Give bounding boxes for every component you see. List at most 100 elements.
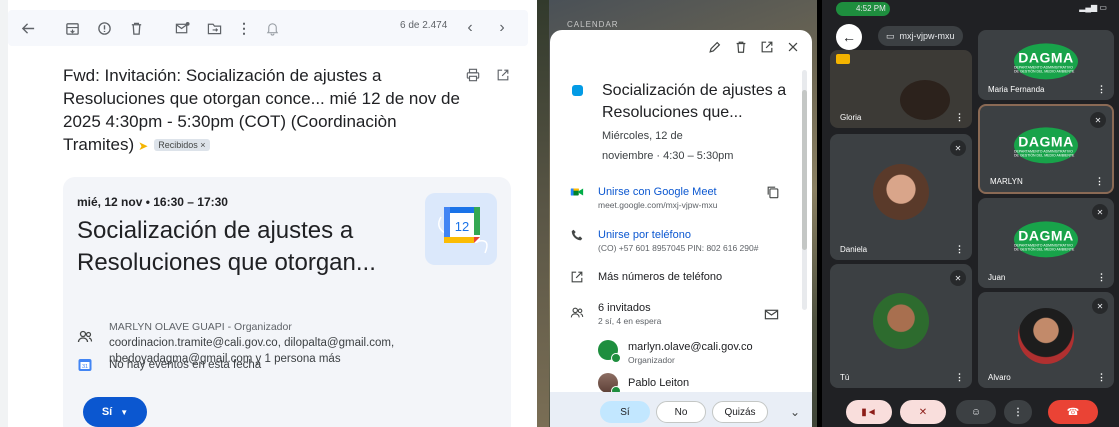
mic-off-button[interactable]: ✕ bbox=[900, 400, 946, 424]
emoji-icon: ☺ bbox=[970, 406, 982, 418]
event-datetime: mié, 12 nov • 16:30 – 17:30 bbox=[77, 195, 228, 209]
window-edge bbox=[0, 0, 8, 427]
calendar-event-popup: Socialización de ajustes a Resoluciones … bbox=[550, 30, 812, 427]
popup-event-title: Socialización de ajustes a Resoluciones … bbox=[602, 82, 787, 121]
older-chevron-icon[interactable]: ‹ bbox=[460, 18, 480, 38]
mic-off-icon: ✕ bbox=[1090, 112, 1106, 128]
participant-menu-icon[interactable]: ⋮ bbox=[1097, 84, 1106, 95]
move-to-icon[interactable] bbox=[204, 18, 224, 38]
participant-tile[interactable]: ✕ Daniela ⋮ bbox=[830, 134, 972, 260]
participant-name: Maria Fernanda bbox=[988, 85, 1045, 94]
archive-icon[interactable] bbox=[62, 18, 82, 38]
dagma-logo-text: DAGMA bbox=[1018, 133, 1074, 150]
self-view-tile[interactable]: ✕ Tú ⋮ bbox=[830, 264, 972, 388]
organizer-name: MARLYN OLAVE GUAPI - Organizador bbox=[109, 321, 292, 333]
guest-item[interactable]: marlyn.olave@cali.gov.co Organizador bbox=[598, 340, 753, 366]
scrollbar-thumb[interactable] bbox=[802, 90, 807, 250]
importance-marker-icon[interactable]: ➤ bbox=[138, 139, 148, 153]
accepted-check-icon bbox=[611, 353, 621, 363]
screen: ⋮ 6 de 2.474 ‹ › Fwd: Invitación: Social… bbox=[0, 0, 1119, 427]
dagma-logo-text: DAGMA bbox=[1018, 49, 1074, 66]
mark-unread-icon[interactable] bbox=[172, 18, 192, 38]
guest-avatar bbox=[598, 340, 621, 363]
email-subject: Fwd: Invitación: Socialización de ajuste… bbox=[63, 64, 463, 158]
delete-event-icon[interactable] bbox=[734, 40, 748, 59]
participant-video bbox=[900, 80, 950, 120]
hang-up-icon: ☎ bbox=[1066, 406, 1080, 418]
print-icon[interactable] bbox=[466, 68, 480, 87]
edit-pencil-icon[interactable] bbox=[708, 40, 722, 59]
guest-email: marlyn.olave@cali.gov.co bbox=[628, 341, 753, 353]
inbox-label-chip[interactable]: Recibidos × bbox=[154, 139, 210, 152]
rsvp-expand-icon[interactable]: ⌄ bbox=[790, 405, 800, 419]
participant-menu-icon[interactable]: ⋮ bbox=[955, 112, 964, 123]
snooze-bell-icon[interactable] bbox=[262, 18, 282, 38]
guest-item[interactable]: Pablo Leiton bbox=[598, 373, 689, 396]
guests-icon bbox=[570, 301, 586, 318]
participant-tile-speaking[interactable]: ✕ DAGMA DEPARTAMENTO ADMINISTRATIVO DE GE… bbox=[978, 104, 1114, 194]
dagma-logo: DAGMA DEPARTAMENTO ADMINISTRATIVO DE GEST… bbox=[1014, 43, 1078, 80]
status-time: 4:52 PM bbox=[856, 4, 886, 13]
participant-tile[interactable]: ✕ Alvaro ⋮ bbox=[978, 292, 1114, 388]
newer-chevron-icon[interactable]: › bbox=[492, 18, 512, 38]
reactions-button[interactable]: ☺ bbox=[956, 400, 996, 424]
more-options-icon: ⋮ bbox=[1013, 406, 1023, 418]
report-spam-icon[interactable] bbox=[94, 18, 114, 38]
dagma-logo-sub: DEPARTAMENTO ADMINISTRATIVO DE GESTIÓN D… bbox=[1014, 65, 1075, 74]
meet-phone-screen: 4:52 PM ▂▄▆ ▭ ← ▭ mxj-vjpw-mxu ∩ Gloria … bbox=[822, 0, 1119, 427]
back-arrow-icon[interactable] bbox=[18, 18, 38, 38]
meeting-code-pill[interactable]: ▭ mxj-vjpw-mxu bbox=[878, 26, 963, 46]
email-guests-icon[interactable] bbox=[764, 307, 779, 327]
rsvp-maybe-option[interactable]: Quizás bbox=[712, 401, 768, 423]
copy-icon[interactable] bbox=[766, 185, 780, 204]
cast-icon: ▭ bbox=[886, 30, 895, 41]
self-avatar bbox=[873, 293, 929, 350]
participant-menu-icon[interactable]: ⋮ bbox=[955, 372, 964, 383]
mic-off-icon: ✕ bbox=[1092, 204, 1108, 220]
participant-name: Daniela bbox=[840, 245, 868, 254]
participant-menu-icon[interactable]: ⋮ bbox=[1097, 372, 1106, 383]
join-meet-link[interactable]: Unirse con Google Meet bbox=[598, 185, 718, 199]
participant-menu-icon[interactable]: ⋮ bbox=[1095, 176, 1104, 187]
guests-row: 6 invitados 2 sí, 4 en espera bbox=[570, 301, 661, 327]
participant-menu-icon[interactable]: ⋮ bbox=[955, 244, 964, 255]
rsvp-yes-button[interactable]: Sí ▼ bbox=[83, 397, 147, 427]
delete-icon[interactable] bbox=[126, 18, 146, 38]
open-new-window-icon[interactable] bbox=[496, 68, 510, 87]
more-phone-numbers[interactable]: Más números de teléfono bbox=[598, 270, 722, 284]
participant-menu-icon[interactable]: ⋮ bbox=[1097, 272, 1106, 283]
guests-count: 6 invitados bbox=[598, 302, 651, 314]
camera-off-button[interactable]: ▮◄ bbox=[846, 400, 892, 424]
status-bar: 4:52 PM ▂▄▆ ▭ bbox=[822, 0, 1119, 18]
signal-battery-icon: ▂▄▆ ▭ bbox=[1079, 3, 1107, 12]
google-meet-icon bbox=[570, 185, 586, 201]
participant-tile[interactable]: DAGMA DEPARTAMENTO ADMINISTRATIVO DE GEST… bbox=[978, 30, 1114, 100]
join-by-phone-link[interactable]: Unirse por teléfono bbox=[598, 228, 758, 242]
participant-tile[interactable]: Gloria ⋮ bbox=[830, 50, 972, 128]
event-title[interactable]: Socialización de ajustes a Resoluciones … bbox=[77, 215, 397, 279]
more-options-icon[interactable]: ⋮ bbox=[234, 18, 254, 38]
participant-name: Tú bbox=[840, 373, 850, 382]
svg-text:31: 31 bbox=[82, 364, 88, 370]
guests-status: 2 sí, 4 en espera bbox=[598, 316, 662, 326]
end-call-button[interactable]: ☎ bbox=[1048, 400, 1098, 424]
more-options-button[interactable]: ⋮ bbox=[1004, 400, 1032, 424]
rsvp-bar: Sí No Quizás ⌄ bbox=[550, 392, 812, 427]
open-in-new-icon[interactable] bbox=[760, 40, 774, 59]
mic-off-icon: ✕ bbox=[1092, 298, 1108, 314]
dropdown-caret-icon: ▼ bbox=[120, 407, 129, 417]
phone-row[interactable]: Unirse por teléfono (CO) +57 601 8957045… bbox=[570, 228, 758, 254]
meet-row[interactable]: Unirse con Google Meet meet.google.com/m… bbox=[570, 185, 718, 211]
participant-tile[interactable]: ✕ DAGMA DEPARTAMENTO ADMINISTRATIVO DE GE… bbox=[978, 198, 1114, 288]
popup-event-date: Miércoles, 12 de noviembre · 4:30 – 5:30… bbox=[602, 126, 772, 166]
guest-avatar bbox=[598, 373, 621, 396]
close-icon[interactable] bbox=[786, 40, 800, 59]
open-external-icon bbox=[570, 270, 586, 286]
call-controls: ▮◄ ✕ ☺ ⋮ ☎ bbox=[822, 392, 1119, 427]
rsvp-yes-option[interactable]: Sí bbox=[600, 401, 650, 423]
back-button[interactable]: ← bbox=[836, 24, 862, 50]
rsvp-no-option[interactable]: No bbox=[656, 401, 706, 423]
popup-scrollbar[interactable] bbox=[802, 70, 807, 310]
calendar-icon: 31 bbox=[77, 357, 95, 378]
more-numbers-row[interactable]: Más números de teléfono bbox=[570, 270, 722, 286]
